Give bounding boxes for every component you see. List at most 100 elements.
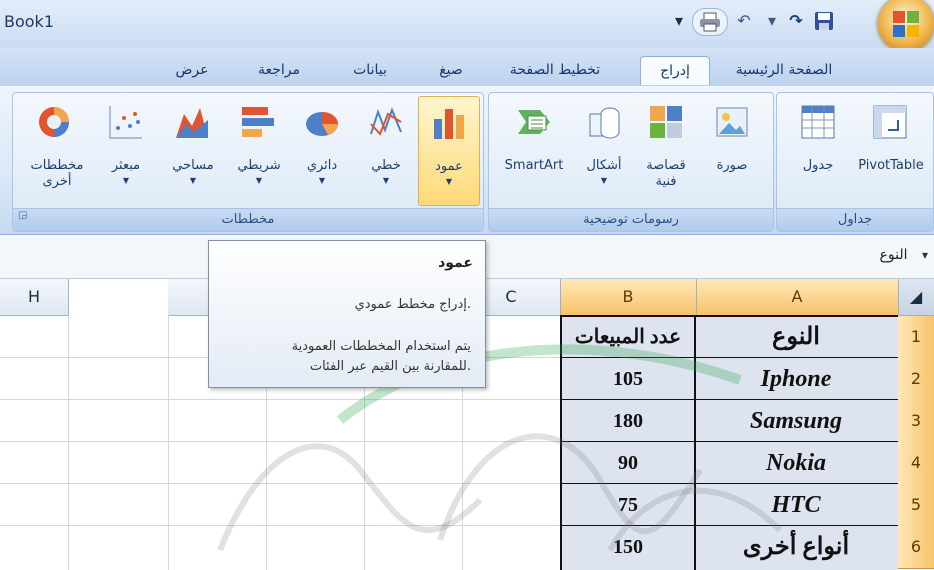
table-icon bbox=[801, 105, 835, 139]
cell-b1[interactable]: عدد المبيعات bbox=[562, 316, 694, 358]
tooltip-description: إدراج مخطط عمودي. bbox=[354, 297, 471, 312]
cell-b4[interactable]: 90 bbox=[562, 442, 694, 484]
dialog-launcher-icon[interactable]: ◲ bbox=[18, 210, 27, 221]
bar-chart-label: شريطي bbox=[237, 158, 281, 173]
row-header-2[interactable]: 2 bbox=[898, 358, 934, 401]
cell-a1[interactable]: النوع bbox=[696, 316, 896, 358]
shapes-label: أشكال bbox=[586, 158, 622, 173]
clipart-button[interactable]: قصاصة فنية bbox=[634, 96, 698, 204]
grid-line bbox=[68, 315, 69, 570]
column-header-b[interactable]: B bbox=[560, 279, 697, 316]
redo-dropdown-icon[interactable]: ▾ bbox=[760, 8, 784, 34]
save-icon[interactable] bbox=[812, 8, 836, 34]
pivottable-icon bbox=[873, 105, 907, 139]
picture-label: صورة bbox=[716, 158, 748, 173]
customize-qat-icon[interactable]: ▾ bbox=[672, 8, 686, 34]
line-chart-icon bbox=[370, 107, 402, 136]
select-all-corner[interactable]: ◢ bbox=[898, 279, 934, 316]
line-chart-label: خطي bbox=[371, 158, 401, 173]
scatter-chart-button[interactable]: مبعثر ▼ bbox=[98, 96, 154, 204]
clipart-label-1: قصاصة bbox=[646, 158, 686, 173]
pie-chart-icon bbox=[306, 112, 338, 136]
doughnut-chart-icon bbox=[39, 107, 69, 137]
illustrations-group-label: رسومات توضيحية bbox=[489, 208, 773, 231]
column-chart-tooltip: عمود إدراج مخطط عمودي. يتم استخدام المخط… bbox=[208, 240, 486, 388]
cell-b6[interactable]: 150 bbox=[562, 526, 694, 568]
row-header-5[interactable]: 5 bbox=[898, 484, 934, 527]
column-chart-button[interactable]: عمود ▼ bbox=[418, 96, 480, 206]
picture-icon bbox=[716, 107, 748, 137]
tab-home[interactable]: الصفحة الرئيسية bbox=[718, 56, 850, 84]
clipart-label-2: فنية bbox=[655, 174, 677, 189]
cell-a5[interactable]: HTC bbox=[696, 484, 896, 526]
row-header-3[interactable]: 3 bbox=[898, 400, 934, 443]
column-header-a[interactable]: A bbox=[696, 279, 899, 316]
shapes-dropdown-icon: ▼ bbox=[600, 176, 608, 185]
row-header-4[interactable]: 4 bbox=[898, 442, 934, 485]
quick-access-toolbar: ▾ ↶ ▾ ↷ bbox=[672, 8, 872, 36]
redo-icon[interactable]: ↷ bbox=[784, 8, 808, 34]
grid-line bbox=[0, 441, 560, 442]
tooltip-detail-2: للمقارنة بين القيم عبر الفئات. bbox=[309, 359, 471, 374]
pivottable-button[interactable]: PivotTable bbox=[852, 96, 930, 204]
row-header-6[interactable]: 6 bbox=[898, 526, 934, 569]
grid-line bbox=[0, 525, 560, 526]
row-header-1[interactable]: 1 bbox=[898, 316, 934, 359]
tab-page-layout[interactable]: تخطيط الصفحة bbox=[496, 56, 614, 84]
tab-data[interactable]: بيانات bbox=[340, 56, 400, 84]
tab-view[interactable]: عرض bbox=[162, 56, 222, 84]
undo-icon[interactable]: ↶ bbox=[732, 8, 756, 34]
bar-chart-dropdown-icon: ▼ bbox=[255, 176, 263, 185]
scatter-chart-icon bbox=[109, 106, 142, 139]
other-charts-label-2: أخرى bbox=[42, 174, 72, 189]
cell-a6[interactable]: أنواع أخرى bbox=[696, 526, 896, 568]
pie-chart-label: دائري bbox=[306, 158, 338, 173]
print-icon[interactable] bbox=[692, 8, 728, 36]
area-chart-button[interactable]: مساحي ▼ bbox=[160, 96, 226, 204]
cell-a3[interactable]: Samsung bbox=[696, 400, 896, 442]
tab-formulas[interactable]: صيغ bbox=[426, 56, 476, 84]
tab-insert[interactable]: إدراج bbox=[640, 56, 710, 85]
grid-line bbox=[168, 315, 169, 570]
bar-chart-icon bbox=[242, 107, 274, 137]
scatter-chart-dropdown-icon: ▼ bbox=[122, 176, 130, 185]
column-chart-label: عمود bbox=[435, 159, 463, 174]
bar-chart-button[interactable]: شريطي ▼ bbox=[228, 96, 290, 204]
table-button[interactable]: جدول bbox=[790, 96, 846, 204]
pie-chart-button[interactable]: دائري ▼ bbox=[294, 96, 350, 204]
tables-group-label: جداول bbox=[777, 208, 933, 231]
column-header-h[interactable]: H bbox=[0, 279, 69, 316]
expand-icon[interactable]: ▾ bbox=[922, 248, 928, 262]
cell-b5[interactable]: 75 bbox=[562, 484, 694, 526]
smartart-button[interactable]: SmartArt bbox=[496, 96, 572, 204]
pivottable-label: PivotTable bbox=[858, 158, 924, 173]
tooltip-title: عمود bbox=[438, 255, 473, 271]
smartart-icon bbox=[518, 110, 550, 134]
name-box[interactable]: النوع ▾ bbox=[808, 242, 934, 268]
line-chart-button[interactable]: خطي ▼ bbox=[358, 96, 414, 204]
shapes-button[interactable]: أشكال ▼ bbox=[574, 96, 634, 204]
other-charts-label-1: مخططات bbox=[30, 158, 84, 173]
column-chart-icon bbox=[434, 109, 464, 139]
line-chart-dropdown-icon: ▼ bbox=[382, 176, 390, 185]
pie-chart-dropdown-icon: ▼ bbox=[318, 176, 326, 185]
cell-a2[interactable]: Iphone bbox=[696, 358, 896, 400]
cell-b2[interactable]: 105 bbox=[562, 358, 694, 400]
area-chart-dropdown-icon: ▼ bbox=[189, 176, 197, 185]
tab-review[interactable]: مراجعة bbox=[244, 56, 314, 84]
name-box-value: النوع bbox=[879, 247, 908, 263]
picture-button[interactable]: صورة bbox=[704, 96, 760, 204]
office-logo-icon bbox=[893, 11, 919, 37]
column-chart-dropdown-icon: ▼ bbox=[445, 177, 453, 186]
tooltip-detail-1: يتم استخدام المخططات العمودية bbox=[291, 339, 471, 354]
grid-line bbox=[0, 399, 560, 400]
smartart-label: SmartArt bbox=[504, 158, 564, 173]
shapes-icon bbox=[589, 107, 620, 139]
window-title: Book1 bbox=[4, 12, 54, 31]
cell-a4[interactable]: Nokia bbox=[696, 442, 896, 484]
other-charts-button[interactable]: مخططات أخرى bbox=[20, 96, 94, 204]
scatter-chart-label: مبعثر bbox=[111, 158, 141, 173]
cell-b3[interactable]: 180 bbox=[562, 400, 694, 442]
grid-line bbox=[0, 483, 560, 484]
area-chart-label: مساحي bbox=[172, 158, 214, 173]
